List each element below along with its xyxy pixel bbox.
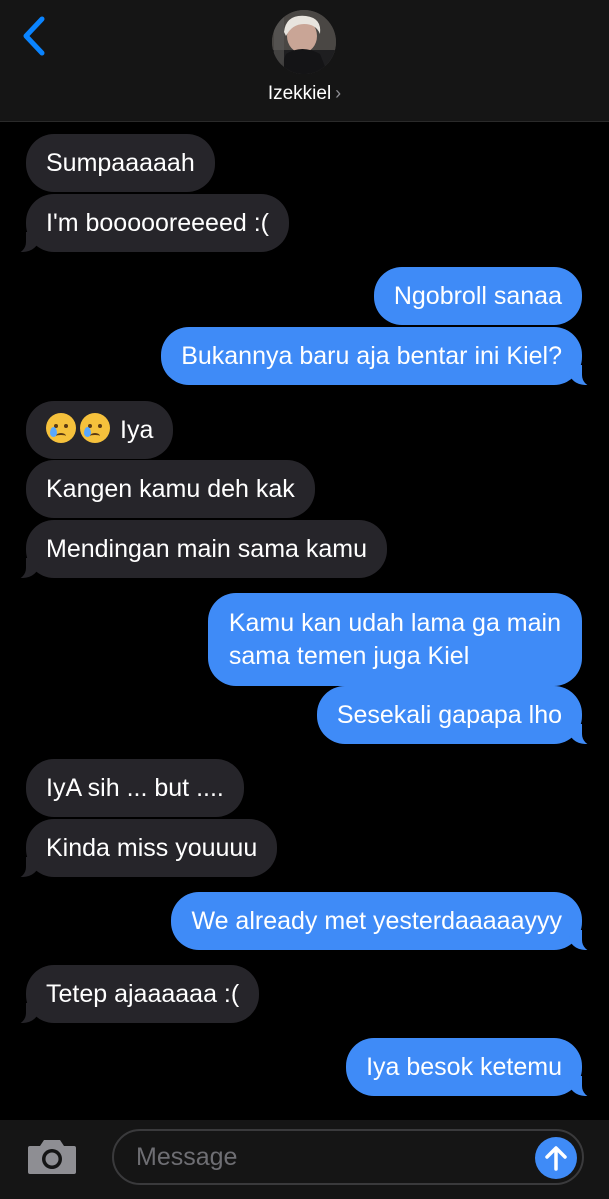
message-bubble-incoming[interactable]: IyA sih ... but .... xyxy=(26,759,244,817)
message-text: Iya xyxy=(120,416,154,444)
message-bubble-outgoing[interactable]: Sesekali gapapa lho xyxy=(316,686,609,746)
message-bubble-outgoing[interactable]: Iya besok ketemu xyxy=(346,1038,608,1098)
crying-face-icon xyxy=(46,413,76,443)
message-text: We already met yesterdaaaaayyy xyxy=(191,907,562,935)
back-button[interactable] xyxy=(14,14,54,58)
crying-face-icon xyxy=(80,413,110,443)
message-bubble-incoming[interactable]: Iya xyxy=(26,401,174,459)
message-text: IyA sih ... but .... xyxy=(46,774,224,802)
message-composer xyxy=(0,1120,609,1199)
message-bubble-outgoing[interactable]: Ngobroll sanaa xyxy=(373,267,582,325)
message-bubble-incoming[interactable]: Kinda miss youuuu xyxy=(0,819,278,879)
message-text: Sumpaaaaah xyxy=(46,149,195,177)
message-bubble-incoming[interactable]: Sumpaaaaah xyxy=(26,134,215,192)
message-text: Mendingan main sama kamu xyxy=(46,535,367,563)
conversation-header: Izekkiel › xyxy=(0,0,609,122)
avatar[interactable] xyxy=(272,10,336,74)
message-text: I'm boooooreeeed :( xyxy=(46,209,269,237)
message-text: Kangen kamu deh kak xyxy=(46,475,295,503)
chevron-left-icon xyxy=(23,16,45,56)
message-text: Bukannya baru aja bentar ini Kiel? xyxy=(181,342,562,370)
message-text: Kinda miss youuuu xyxy=(46,834,258,862)
camera-icon xyxy=(28,1140,76,1174)
message-text-line: sama temen juga Kiel xyxy=(228,642,470,670)
message-text-line: Kamu kan udah lama ga main xyxy=(228,609,561,637)
arrow-up-icon xyxy=(545,1146,567,1171)
message-bubble-incoming[interactable]: Tetep ajaaaaaa :( xyxy=(0,965,260,1025)
chevron-right-icon: › xyxy=(335,83,342,103)
message-bubble-incoming[interactable]: Kangen kamu deh kak xyxy=(26,460,315,518)
message-bubble-outgoing[interactable]: Bukannya baru aja bentar ini Kiel? xyxy=(161,327,608,387)
contact-name[interactable]: Izekkiel › xyxy=(0,80,609,107)
message-bubble-outgoing[interactable]: We already met yesterdaaaaayyy xyxy=(171,892,608,952)
message-bubble-outgoing[interactable]: Kamu kan udah lama ga main sama temen ju… xyxy=(207,593,582,686)
message-input[interactable] xyxy=(112,1129,584,1185)
message-text: Tetep ajaaaaaa :( xyxy=(46,980,240,1008)
message-bubble-incoming[interactable]: I'm boooooreeeed :( xyxy=(0,194,289,254)
message-text: Ngobroll sanaa xyxy=(393,282,562,310)
message-bubble-incoming[interactable]: Mendingan main sama kamu xyxy=(0,520,387,580)
contact-name-label: Izekkiel xyxy=(267,83,332,104)
avatar-photo xyxy=(272,10,336,74)
message-text: Sesekali gapapa lho xyxy=(336,701,562,729)
messages-app: Izekkiel › Sumpaaaaah I'm boooooreeeed :(… xyxy=(0,0,609,1199)
message-thread: Sumpaaaaah I'm boooooreeeed :( Ngobroll … xyxy=(0,122,609,1120)
message-text: Iya besok ketemu xyxy=(366,1053,562,1081)
send-button[interactable] xyxy=(535,1137,577,1179)
camera-button[interactable] xyxy=(26,1136,78,1176)
